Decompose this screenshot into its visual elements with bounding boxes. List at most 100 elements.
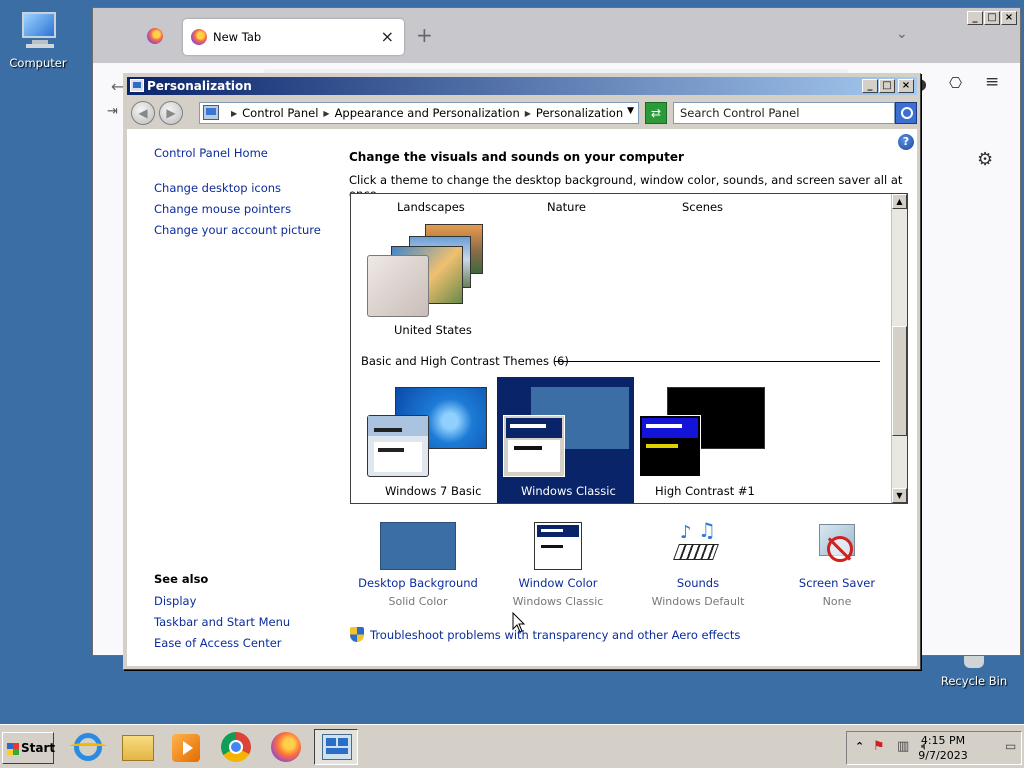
notification-icon[interactable]: ▭	[1005, 739, 1016, 753]
change-desktop-icons-link[interactable]: Change desktop icons	[154, 181, 281, 195]
setting-value: None	[822, 595, 852, 608]
close-button[interactable]: ×	[1001, 11, 1017, 25]
new-tab-plus-icon[interactable]: +	[416, 23, 433, 47]
maximize-button[interactable]: □	[879, 79, 895, 93]
theme-label: Windows Classic	[521, 484, 616, 498]
computer-desktop-icon[interactable]: Computer	[0, 8, 76, 70]
setting-value: Windows Default	[651, 595, 745, 608]
gear-icon[interactable]: ⚙	[977, 149, 993, 170]
breadcrumb-path: ▶ Control Panel ▶ Appearance and Personaliz…	[231, 106, 624, 120]
taskbar-start-menu-link[interactable]: Taskbar and Start Menu	[154, 615, 290, 629]
browser-tab-new-tab[interactable]: New Tab ×	[183, 19, 404, 55]
window-title: Personalization	[147, 79, 252, 93]
help-icon[interactable]: ?	[898, 134, 914, 150]
theme-windows-classic[interactable]: Windows Classic	[499, 387, 633, 503]
address-bar: ◀ ▶ ▶ Control Panel ▶ Appearance and Person…	[127, 97, 917, 127]
refresh-button[interactable]: ⇄	[645, 102, 667, 124]
menu-icon[interactable]: ≡	[985, 72, 999, 92]
chevron-down-icon[interactable]: ⌄	[896, 26, 908, 42]
minimize-button[interactable]: _	[967, 11, 983, 25]
mouse-cursor-icon	[512, 612, 526, 633]
windows-flag-icon	[7, 743, 19, 755]
clock-time: 4:15 PM	[920, 734, 966, 747]
recycle-bin-label: Recycle Bin	[940, 674, 1008, 688]
theme-thumbnail	[367, 415, 429, 477]
chrome-taskbar-button[interactable]	[214, 729, 258, 765]
category-scenes: Scenes	[682, 200, 724, 214]
basic-group-header: Basic and High Contrast Themes (6)	[361, 354, 880, 368]
theme-united-states[interactable]: United States	[365, 222, 495, 342]
theme-label: High Contrast #1	[655, 484, 755, 498]
screen-saver-icon	[813, 522, 861, 570]
window-app-icon	[130, 79, 144, 92]
close-button[interactable]: ×	[898, 79, 914, 93]
search-button[interactable]	[895, 102, 917, 124]
taskbar: Start ⌃ ⚑ ▥ 🔈︎ ▭ 4:15 PM 9/7/2023	[0, 724, 1024, 768]
change-mouse-pointers-link[interactable]: Change mouse pointers	[154, 202, 291, 216]
start-button[interactable]: Start	[2, 732, 56, 764]
close-tab-icon[interactable]: ×	[381, 27, 394, 46]
personalization-window: Personalization _ □ × ◀ ▶ ▶ Control Panel…	[123, 73, 921, 670]
scroll-down-arrow[interactable]: ▼	[892, 488, 907, 503]
theme-gallery: Landscapes Nature Scenes United States B…	[350, 193, 908, 504]
display-link[interactable]: Display	[154, 594, 196, 608]
setting-value: Solid Color	[388, 595, 448, 608]
screen-saver-setting[interactable]: Screen Saver None	[772, 522, 902, 608]
recycle-bin-desktop-icon[interactable]: Recycle Bin	[936, 652, 1012, 688]
page-title: Change the visuals and sounds on your co…	[349, 150, 684, 164]
troubleshoot-aero-link[interactable]: Troubleshoot problems with transparency …	[370, 628, 740, 642]
control-panel-home-link[interactable]: Control Panel Home	[154, 146, 268, 160]
gallery-scrollbar[interactable]: ▲ ▼	[891, 194, 907, 503]
sounds-icon: ♪ ♫	[672, 518, 724, 570]
action-center-icon[interactable]: ⚑	[873, 739, 885, 754]
breadcrumb-personalization[interactable]: Personalization	[536, 106, 623, 120]
firefox-icon[interactable]	[147, 28, 163, 44]
see-also-heading: See also	[154, 572, 209, 586]
sounds-setting[interactable]: ♪ ♫ Sounds Windows Default	[633, 518, 763, 608]
setting-label: Desktop Background	[358, 576, 478, 590]
back-button[interactable]: ◀	[131, 101, 155, 125]
theme-thumbnail	[367, 255, 429, 317]
folder-icon	[122, 735, 154, 761]
window-color-setting[interactable]: Window Color Windows Classic	[493, 522, 623, 608]
setting-label: Sounds	[676, 576, 720, 590]
category-nature: Nature	[547, 200, 586, 214]
maximize-button[interactable]: □	[984, 11, 1000, 25]
breadcrumb[interactable]: ▶ Control Panel ▶ Appearance and Personaliz…	[199, 102, 639, 124]
breadcrumb-control-panel[interactable]: Control Panel	[242, 106, 318, 120]
control-panel-taskbar-button[interactable]	[314, 729, 358, 765]
title-bar[interactable]: Personalization _ □ ×	[127, 77, 917, 95]
ease-of-access-link[interactable]: Ease of Access Center	[154, 636, 282, 650]
scroll-up-arrow[interactable]: ▲	[892, 194, 907, 209]
file-explorer-taskbar-button[interactable]	[116, 729, 160, 765]
tab-title: New Tab	[213, 30, 262, 44]
theme-windows-7-basic[interactable]: Windows 7 Basic	[365, 387, 495, 503]
main-content: ? Control Panel Home Change desktop icon…	[127, 129, 917, 666]
control-panel-icon	[203, 105, 219, 120]
start-label: Start	[21, 741, 56, 755]
setting-value: Windows Classic	[512, 595, 604, 608]
internet-explorer-taskbar-button[interactable]	[66, 729, 110, 765]
clock-date: 9/7/2023	[918, 749, 968, 762]
minimize-button[interactable]: _	[862, 79, 878, 93]
theme-high-contrast-1[interactable]: High Contrast #1	[637, 387, 777, 503]
clock[interactable]: 4:15 PM 9/7/2023	[898, 733, 988, 763]
media-player-taskbar-button[interactable]	[164, 729, 208, 765]
show-hidden-icons-icon[interactable]: ⌃	[855, 740, 864, 753]
theme-thumbnail	[503, 415, 565, 477]
theme-label: Windows 7 Basic	[385, 484, 482, 498]
forward-button[interactable]: ▶	[159, 101, 183, 125]
setting-label: Window Color	[518, 576, 598, 590]
browser-tab-bar: New Tab × + ⌄ _ □ ×	[93, 8, 1020, 63]
monitor-icon	[14, 8, 62, 52]
desktop-background-setting[interactable]: Desktop Background Solid Color	[353, 522, 483, 608]
breadcrumb-appearance[interactable]: Appearance and Personalization	[335, 106, 520, 120]
firefox-taskbar-button[interactable]	[264, 729, 308, 765]
change-account-picture-link[interactable]: Change your account picture	[154, 223, 321, 237]
extensions-icon[interactable]: ⎔	[949, 74, 962, 92]
scroll-thumb[interactable]	[892, 326, 907, 436]
search-input[interactable]: Search Control Panel	[673, 102, 895, 124]
desktop-background-icon	[380, 522, 456, 570]
chevron-down-icon[interactable]: ▼	[627, 106, 634, 116]
sidebar-toggle-icon[interactable]: ⇥	[107, 104, 118, 119]
